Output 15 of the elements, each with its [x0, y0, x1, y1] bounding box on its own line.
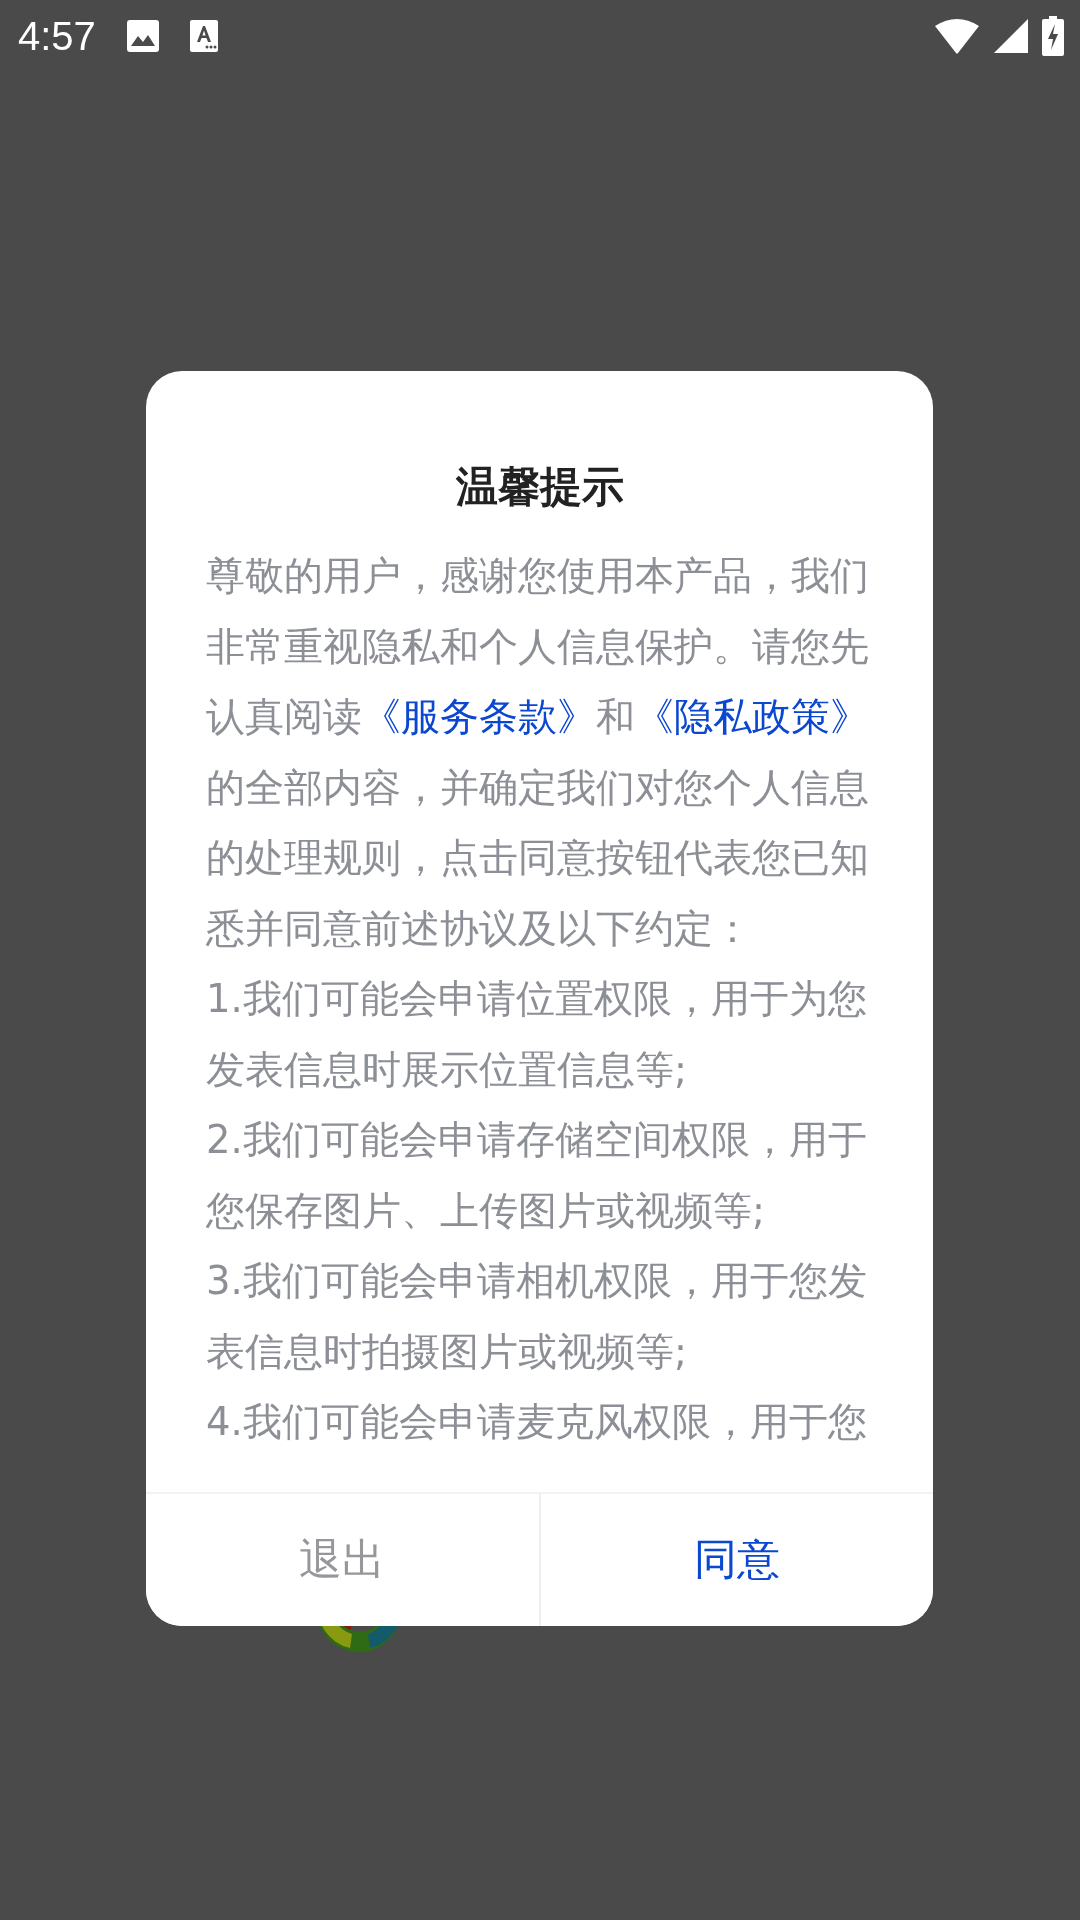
intro-paragraph: 尊敬的用户，感谢您使用本产品，我们非常重视隐私和个人信息保护。请您先认真阅读《服务条款》和《隐私政策》 的全部内容，并确定我们对您个人信息的处理规则，点击同意按钮代表您已知悉并同意前述协议及以下约定：: [206, 552, 870, 953]
battery-charging-icon: [1042, 16, 1064, 56]
dialog-title: 温馨提示: [454, 461, 625, 513]
wifi-icon: [934, 18, 980, 54]
clock-time: 4:57: [18, 13, 96, 59]
image-icon: [125, 19, 160, 53]
permission-item: 1.我们可能会申请位置权限，用于为您发表信息时展示位置信息等;: [206, 975, 868, 1094]
permission-item: 3.我们可能会申请相机权限，用于您发表信息时拍摄图片或视频等;: [206, 1257, 868, 1376]
agree-button[interactable]: 同意: [538, 1493, 933, 1626]
permission-item: 2.我们可能会申请存储空间权限，用于您保存图片、上传图片或视频等;: [206, 1116, 868, 1235]
text-a-icon: [189, 20, 218, 52]
signal-icon: [994, 19, 1028, 53]
policy-link[interactable]: 《服务条款》: [362, 694, 596, 739]
policy-link[interactable]: 《隐私政策》: [635, 694, 869, 739]
permission-item: 4.我们可能会申请麦克风权限，用于您: [206, 1398, 868, 1446]
